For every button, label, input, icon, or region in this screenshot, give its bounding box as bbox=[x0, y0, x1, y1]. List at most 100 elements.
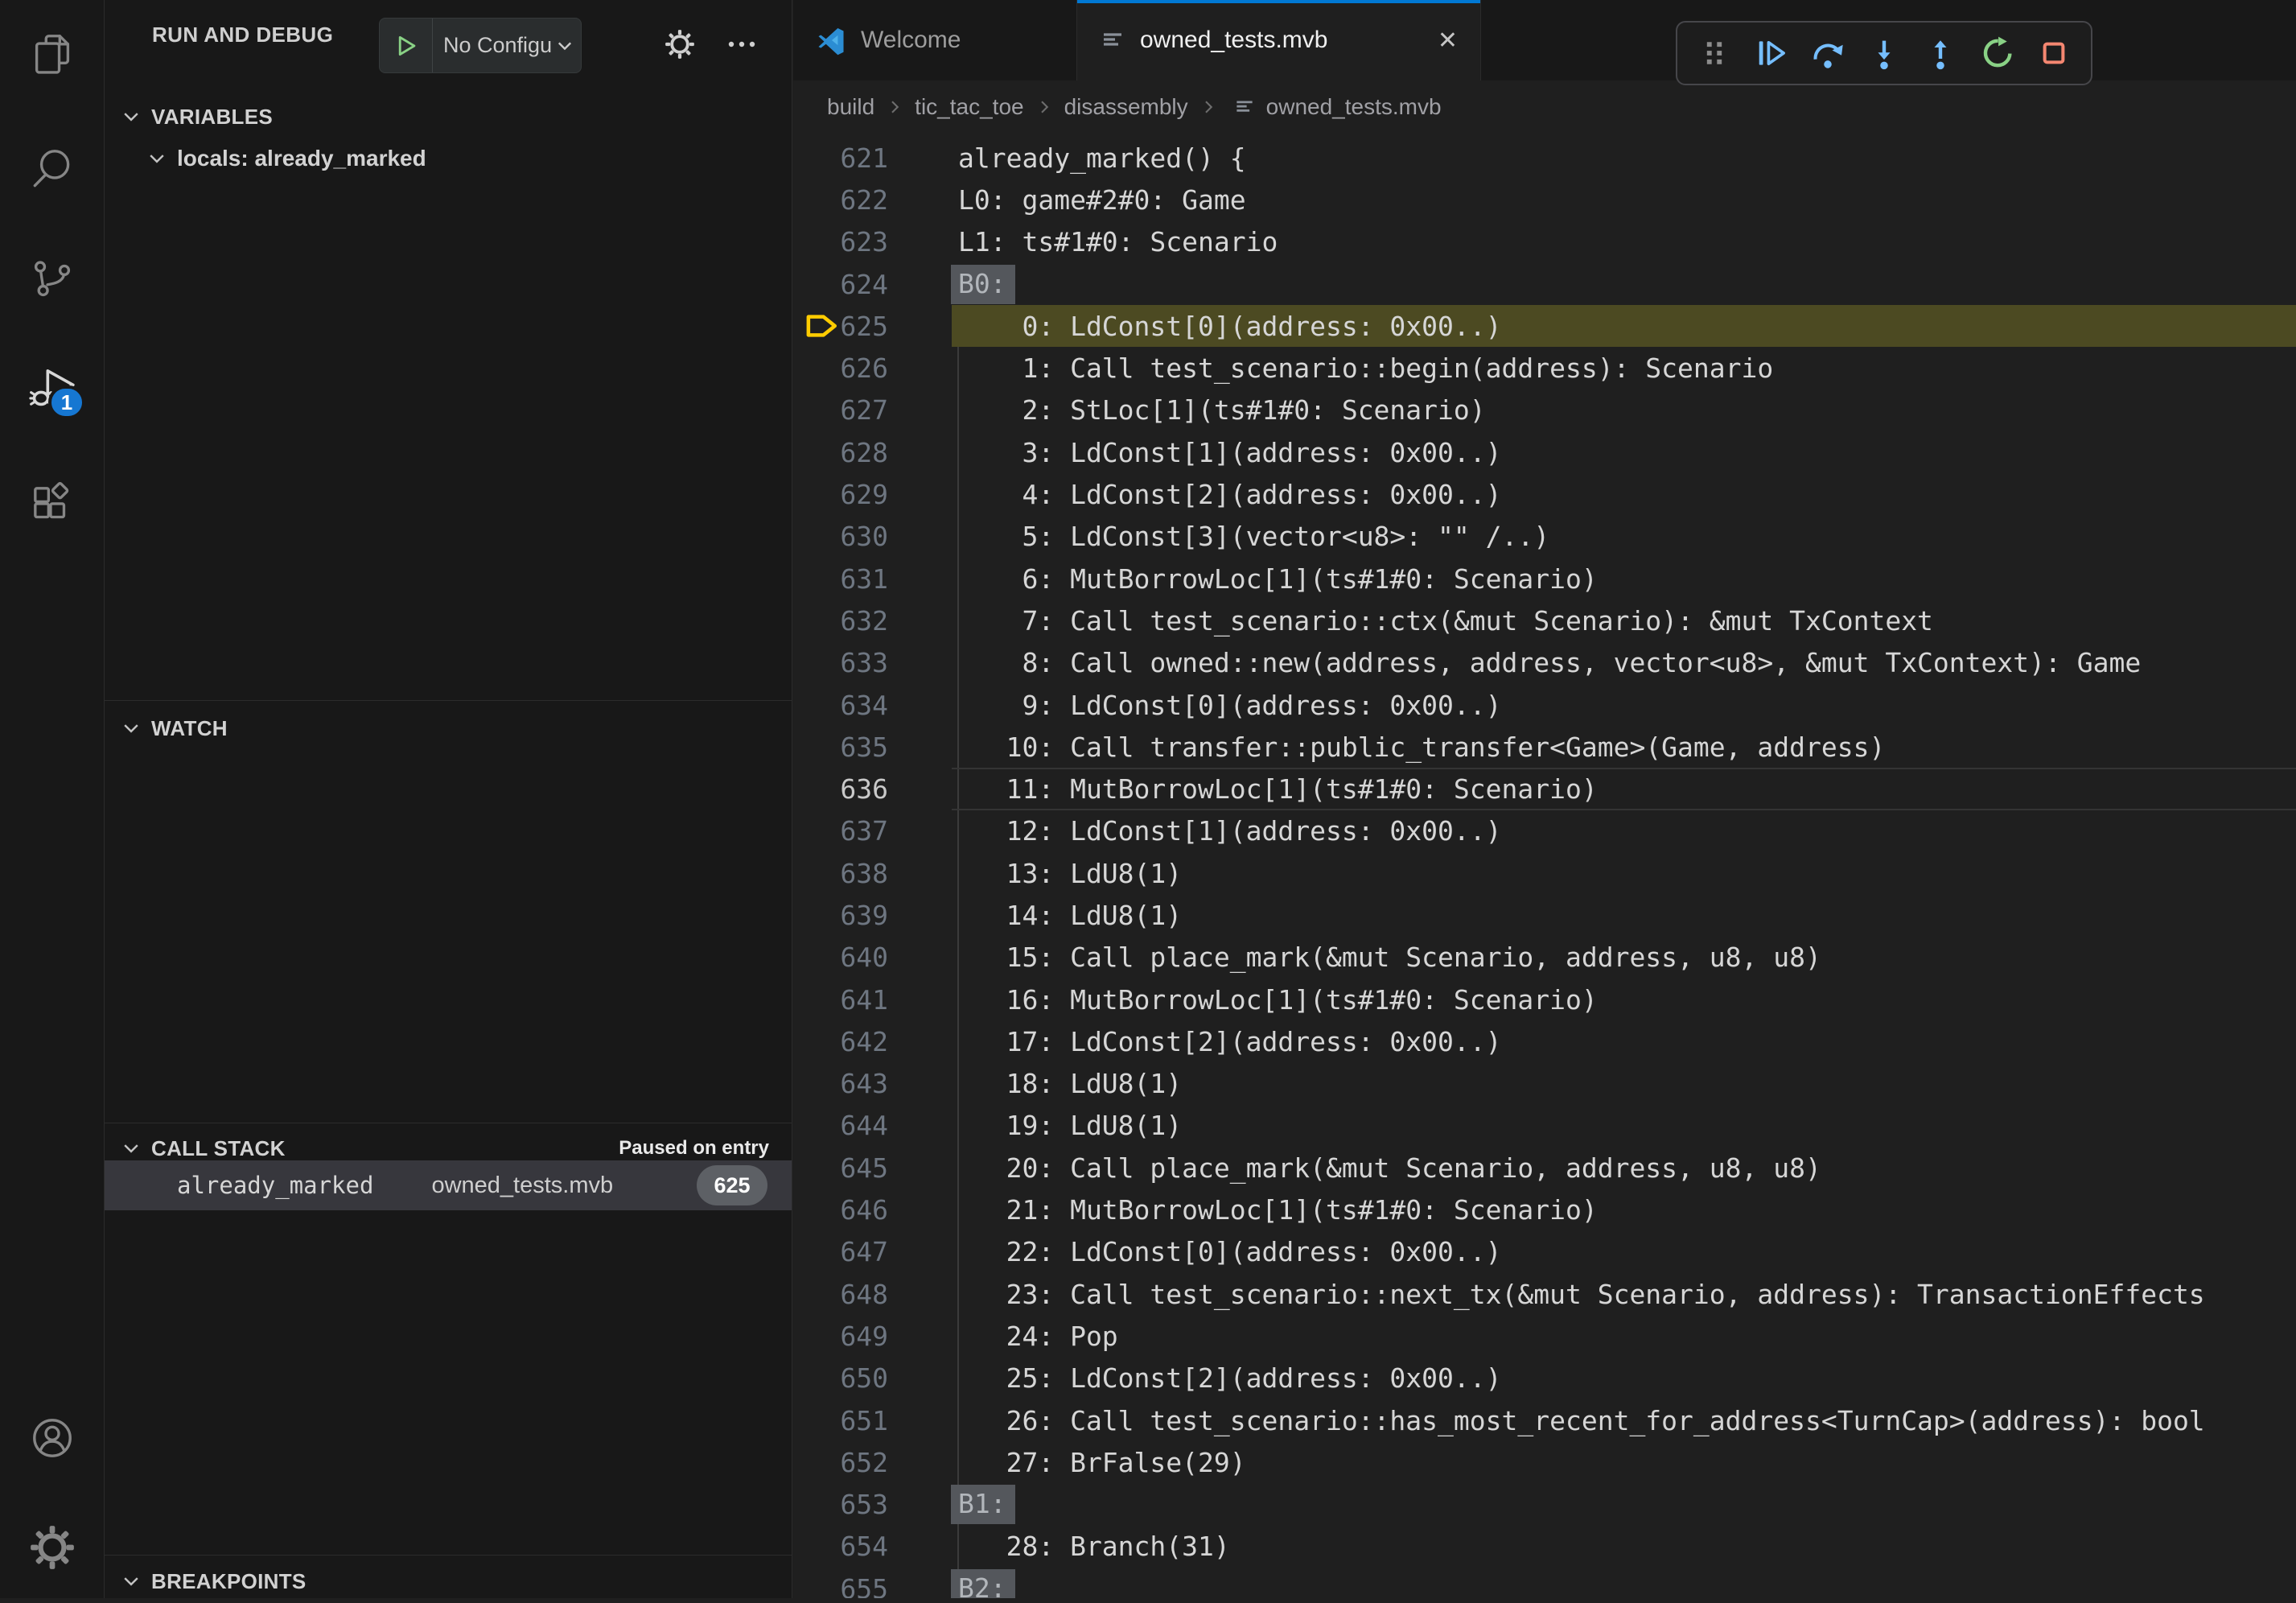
step-over-button[interactable] bbox=[1810, 35, 1845, 71]
gutter[interactable]: 632 bbox=[793, 605, 952, 637]
code-text[interactable]: B1: bbox=[952, 1484, 2296, 1526]
code-line-622[interactable]: 622L0: game#2#0: Game bbox=[793, 179, 2296, 220]
code-line-643[interactable]: 643 18: LdU8(1) bbox=[793, 1063, 2296, 1105]
gutter[interactable]: 634 bbox=[793, 690, 952, 721]
gutter[interactable]: 628 bbox=[793, 437, 952, 468]
gutter[interactable]: 652 bbox=[793, 1447, 952, 1478]
code-text[interactable]: 5: LdConst[3](vector<u8>: "" /..) bbox=[952, 516, 2296, 558]
run-and-debug-icon[interactable]: 1 bbox=[27, 363, 77, 413]
gutter[interactable]: 638 bbox=[793, 858, 952, 889]
variables-section-header[interactable]: VARIABLES bbox=[105, 95, 792, 138]
code-text[interactable]: 20: Call place_mark(&mut Scenario, addre… bbox=[952, 1147, 2296, 1189]
code-line-637[interactable]: 637 12: LdConst[1](address: 0x00..) bbox=[793, 810, 2296, 852]
call-stack-frame-row[interactable]: already_marked owned_tests.mvb 625 bbox=[105, 1160, 792, 1210]
gutter[interactable]: 643 bbox=[793, 1068, 952, 1099]
code-line-629[interactable]: 629 4: LdConst[2](address: 0x00..) bbox=[793, 473, 2296, 515]
code-text[interactable]: already_marked() { bbox=[952, 137, 2296, 179]
extensions-icon[interactable] bbox=[27, 480, 77, 530]
code-text[interactable]: 16: MutBorrowLoc[1](ts#1#0: Scenario) bbox=[952, 979, 2296, 1020]
gutter[interactable]: 623 bbox=[793, 226, 952, 258]
code-line-644[interactable]: 644 19: LdU8(1) bbox=[793, 1105, 2296, 1147]
code-line-645[interactable]: 645 20: Call place_mark(&mut Scenario, a… bbox=[793, 1147, 2296, 1189]
breadcrumb-item[interactable]: build bbox=[827, 94, 874, 120]
code-text[interactable]: L0: game#2#0: Game bbox=[952, 179, 2296, 220]
code-line-639[interactable]: 639 14: LdU8(1) bbox=[793, 894, 2296, 936]
debug-settings-gear-icon[interactable] bbox=[663, 27, 697, 61]
gutter[interactable]: 654 bbox=[793, 1531, 952, 1562]
code-line-633[interactable]: 633 8: Call owned::new(address, address,… bbox=[793, 642, 2296, 684]
gutter[interactable]: 622 bbox=[793, 184, 952, 216]
continue-button[interactable] bbox=[1753, 35, 1788, 71]
gutter[interactable]: 644 bbox=[793, 1110, 952, 1141]
code-text[interactable]: 11: MutBorrowLoc[1](ts#1#0: Scenario) bbox=[952, 768, 2296, 810]
code-line-653[interactable]: 653B1: bbox=[793, 1484, 2296, 1526]
stop-button[interactable] bbox=[2036, 35, 2072, 71]
code-text[interactable]: B0: bbox=[952, 263, 2296, 305]
explorer-icon[interactable] bbox=[27, 30, 77, 80]
breadcrumb-item[interactable]: disassembly bbox=[1064, 94, 1188, 120]
code-line-652[interactable]: 652 27: BrFalse(29) bbox=[793, 1441, 2296, 1483]
gutter[interactable]: 635 bbox=[793, 731, 952, 763]
code-line-647[interactable]: 647 22: LdConst[0](address: 0x00..) bbox=[793, 1231, 2296, 1273]
code-text[interactable]: 13: LdU8(1) bbox=[952, 852, 2296, 894]
watch-section-header[interactable]: WATCH bbox=[105, 707, 792, 750]
code-text[interactable]: 0: LdConst[0](address: 0x00..) bbox=[952, 305, 2296, 347]
breakpoints-section-header[interactable]: BREAKPOINTS bbox=[105, 1560, 792, 1603]
gutter[interactable]: 636 bbox=[793, 773, 952, 805]
more-actions-icon[interactable] bbox=[726, 32, 758, 56]
code-text[interactable]: 7: Call test_scenario::ctx(&mut Scenario… bbox=[952, 600, 2296, 641]
gutter[interactable]: 626 bbox=[793, 352, 952, 384]
code-line-621[interactable]: 621already_marked() { bbox=[793, 137, 2296, 179]
code-text[interactable]: 6: MutBorrowLoc[1](ts#1#0: Scenario) bbox=[952, 558, 2296, 600]
code-text[interactable]: B2: bbox=[952, 1568, 2296, 1598]
code-text[interactable]: L1: ts#1#0: Scenario bbox=[952, 221, 2296, 263]
code-line-623[interactable]: 623L1: ts#1#0: Scenario bbox=[793, 221, 2296, 263]
code-line-646[interactable]: 646 21: MutBorrowLoc[1](ts#1#0: Scenario… bbox=[793, 1189, 2296, 1230]
search-icon[interactable] bbox=[27, 143, 77, 193]
gutter[interactable]: 655 bbox=[793, 1573, 952, 1598]
code-text[interactable]: 1: Call test_scenario::begin(address): S… bbox=[952, 347, 2296, 389]
code-line-627[interactable]: 627 2: StLoc[1](ts#1#0: Scenario) bbox=[793, 389, 2296, 431]
tab-label[interactable]: owned_tests.mvb bbox=[1140, 27, 1327, 54]
code-text[interactable]: 23: Call test_scenario::next_tx(&mut Sce… bbox=[952, 1273, 2296, 1315]
gutter[interactable]: 627 bbox=[793, 394, 952, 426]
gutter[interactable]: 649 bbox=[793, 1321, 952, 1352]
code-text[interactable]: 22: LdConst[0](address: 0x00..) bbox=[952, 1231, 2296, 1273]
step-into-button[interactable] bbox=[1866, 35, 1902, 71]
code-text[interactable]: 2: StLoc[1](ts#1#0: Scenario) bbox=[952, 389, 2296, 431]
gutter[interactable]: 633 bbox=[793, 647, 952, 678]
start-debug-button[interactable] bbox=[380, 19, 433, 72]
code-line-650[interactable]: 650 25: LdConst[2](address: 0x00..) bbox=[793, 1358, 2296, 1399]
gutter[interactable]: 648 bbox=[793, 1279, 952, 1310]
code-text[interactable]: 28: Branch(31) bbox=[952, 1526, 2296, 1568]
code-text[interactable]: 3: LdConst[1](address: 0x00..) bbox=[952, 431, 2296, 473]
gutter[interactable]: 641 bbox=[793, 984, 952, 1016]
code-text[interactable]: 26: Call test_scenario::has_most_recent_… bbox=[952, 1399, 2296, 1441]
gutter[interactable]: 651 bbox=[793, 1405, 952, 1436]
code-text[interactable]: 8: Call owned::new(address, address, vec… bbox=[952, 642, 2296, 684]
gutter[interactable]: 640 bbox=[793, 942, 952, 973]
code-line-648[interactable]: 648 23: Call test_scenario::next_tx(&mut… bbox=[793, 1273, 2296, 1315]
close-icon[interactable]: ✕ bbox=[1438, 27, 1458, 55]
tab-owned-tests[interactable]: owned_tests.mvb ✕ bbox=[1077, 0, 1481, 80]
code-line-632[interactable]: 632 7: Call test_scenario::ctx(&mut Scen… bbox=[793, 600, 2296, 641]
code-line-634[interactable]: 634 9: LdConst[0](address: 0x00..) bbox=[793, 684, 2296, 726]
tab-label[interactable]: Welcome bbox=[861, 27, 961, 54]
gutter[interactable]: 645 bbox=[793, 1152, 952, 1184]
code-editor[interactable]: 621already_marked() {622L0: game#2#0: Ga… bbox=[793, 133, 2296, 1598]
step-out-button[interactable] bbox=[1923, 35, 1958, 71]
launch-config-control[interactable]: No Configura bbox=[379, 18, 582, 73]
code-text[interactable]: 19: LdU8(1) bbox=[952, 1105, 2296, 1147]
code-text[interactable]: 17: LdConst[2](address: 0x00..) bbox=[952, 1020, 2296, 1062]
code-line-651[interactable]: 651 26: Call test_scenario::has_most_rec… bbox=[793, 1399, 2296, 1441]
code-line-640[interactable]: 640 15: Call place_mark(&mut Scenario, a… bbox=[793, 937, 2296, 979]
variables-scope-locals[interactable]: locals: already_marked bbox=[105, 135, 792, 182]
gutter[interactable]: 629 bbox=[793, 479, 952, 510]
code-line-641[interactable]: 641 16: MutBorrowLoc[1](ts#1#0: Scenario… bbox=[793, 979, 2296, 1020]
gutter[interactable]: 637 bbox=[793, 815, 952, 847]
gutter[interactable]: 630 bbox=[793, 521, 952, 552]
code-text[interactable]: 15: Call place_mark(&mut Scenario, addre… bbox=[952, 937, 2296, 979]
code-line-636[interactable]: 636 11: MutBorrowLoc[1](ts#1#0: Scenario… bbox=[793, 768, 2296, 810]
code-text[interactable]: 24: Pop bbox=[952, 1315, 2296, 1357]
gutter[interactable]: 642 bbox=[793, 1026, 952, 1057]
